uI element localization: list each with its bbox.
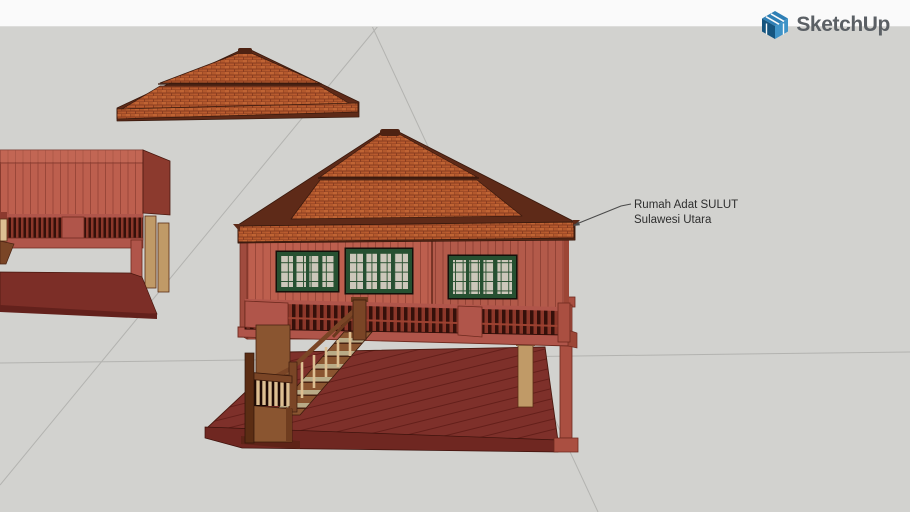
stair-upper-mass: [255, 324, 291, 376]
sketchup-logo[interactable]: SketchUp: [761, 10, 890, 40]
window-3: [447, 254, 518, 300]
porch-base-side: [286, 407, 292, 442]
window-2: [344, 247, 414, 295]
roof-fascia: [237, 221, 575, 243]
building-post-tan: [144, 215, 157, 289]
stilt-post-tan: [517, 342, 534, 408]
roof-ridge-cap: [238, 48, 252, 54]
sketchup-cube-icon: [762, 11, 789, 39]
annotation-text-line1: Rumah Adat SULUT: [634, 199, 738, 211]
building-side-face: [142, 149, 171, 216]
sketchup-window: Rumah Adat SULUT Sulawesi Utara SketchUp: [0, 0, 910, 512]
3d-viewport[interactable]: Rumah Adat SULUT Sulawesi Utara: [0, 0, 910, 512]
corner-post-foot: [553, 437, 579, 453]
railing-corner-post: [557, 302, 571, 343]
brand-text: SketchUp: [796, 13, 890, 36]
wall-frieze: [0, 150, 143, 162]
stair-top-post: [352, 299, 367, 341]
building-deck-band: [0, 237, 144, 249]
porch-left-post: [244, 352, 255, 444]
roof-ridge-cap: [380, 129, 400, 136]
annotation-text-line2: Sulawesi Utara: [634, 214, 712, 226]
window-1: [275, 250, 340, 293]
stair-mid-post: [288, 361, 298, 413]
cropped-baluster-strip: [0, 218, 8, 242]
building-post-tan: [157, 222, 170, 293]
railing-solid-panel: [457, 305, 483, 338]
porch-balusters: [250, 380, 290, 406]
railing-solid-panel: [61, 216, 85, 240]
